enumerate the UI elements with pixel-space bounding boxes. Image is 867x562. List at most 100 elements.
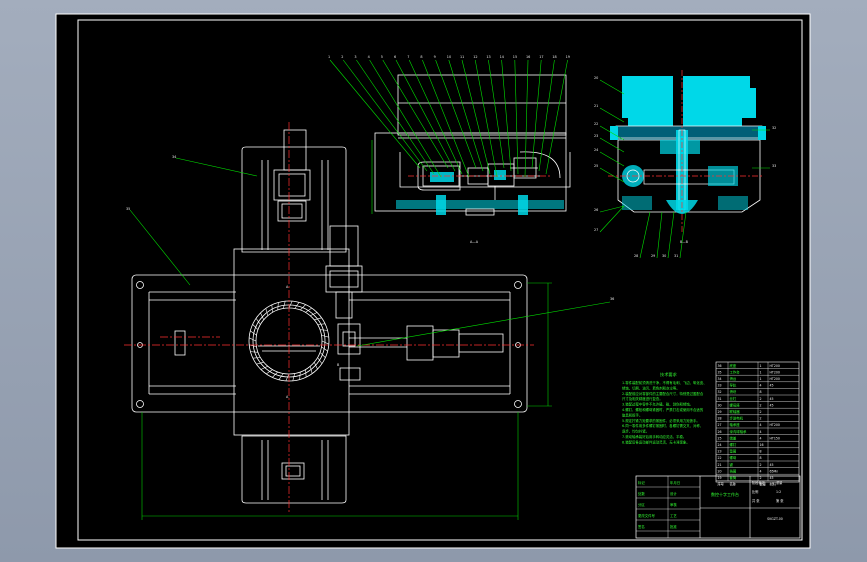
section-a-callout: 9 [434, 55, 436, 59]
parts-list-cell: 4 [760, 423, 762, 427]
parts-list-cell: 螺钉 [730, 442, 737, 447]
parts-list-cell: 2 [760, 403, 762, 407]
parts-list-cell: 19 [718, 476, 722, 480]
parts-list-cell: 33 [718, 384, 722, 388]
parts-list-cell: 28 [718, 417, 722, 421]
parts-list-cell: 25 [718, 436, 722, 440]
section-b-callout: 27 [594, 228, 598, 232]
title-block-cell: 设计 [670, 491, 677, 496]
parts-list-cell: 45 [770, 403, 774, 407]
parts-list-cell: 24 [718, 443, 722, 447]
parts-list-cell: 滑台 [730, 376, 737, 381]
section-b-callout: 31 [674, 254, 678, 258]
parts-list-cell: 45 [770, 397, 774, 401]
section-a-callout: 14 [500, 55, 504, 59]
title-block-cell: 处数 [638, 491, 645, 496]
section-a-callout: 10 [447, 55, 451, 59]
parts-list-cell: 2 [760, 397, 762, 401]
tech-note-line: 2.装配前应对零部件的主要配合尺寸，特别是过盈配合 [622, 391, 704, 396]
title-block-cell: 标记 [638, 480, 645, 485]
parts-list-cell: 8 [760, 390, 762, 394]
title-block-cell: 工艺 [670, 513, 677, 518]
section-a-callout: 3 [354, 55, 356, 59]
parts-list-cell: HT200 [770, 423, 780, 427]
main-callout: 35 [126, 207, 130, 211]
tech-note-line: 7.滚动轴承装好后用手转动应灵活、平稳。 [622, 434, 686, 439]
section-b-callout: 30 [662, 254, 666, 258]
parts-list-cell: HT200 [770, 377, 780, 381]
tech-note-line: 1.零件装配前须清洗干净，不得有毛刺、飞边、氧化皮、 [622, 380, 707, 385]
section-b-callout: 33 [772, 164, 776, 168]
title-block-cell: 阶段标记 [752, 480, 766, 485]
parts-list-cell: 31 [718, 397, 722, 401]
section-a-callout: 12 [473, 55, 477, 59]
parts-list-header: 名称 [730, 482, 737, 487]
section-a-callout: 8 [420, 55, 422, 59]
parts-list-cell: 45 [770, 463, 774, 467]
tech-note-line: 8.装配后各运动部件运动灵活，无卡滞现象。 [622, 439, 690, 444]
parts-list-cell: 29 [718, 410, 722, 414]
section-a-callout: 2 [341, 55, 343, 59]
parts-list-cell: 丝杠 [730, 396, 737, 401]
section-b-callout: 28 [634, 254, 638, 258]
parts-list-cell: 8 [760, 456, 762, 460]
title-block-cell: 批准 [670, 524, 677, 529]
tech-note-line: 逐步、均匀拧紧。 [622, 429, 649, 434]
parts-list-cell: 4 [760, 469, 762, 473]
section-a-callout: 5 [381, 55, 383, 59]
parts-list-cell: HT200 [770, 370, 780, 374]
parts-list-cell: 2 [760, 476, 762, 480]
title-block-cell: 共 张 [752, 498, 760, 503]
section-a-caption-group: A—A [470, 240, 479, 244]
cad-viewport[interactable]: A—A 1 2 3 4 5 6 7 8 9 10 11 12 13 14 15 16 17 18 19 20 21 22… [0, 0, 867, 562]
parts-list-cell: 端盖 [730, 435, 737, 440]
parts-list-cell: 螺母 [730, 455, 737, 460]
section-b-callout: 25 [594, 164, 598, 168]
parts-list-cell: 垫圈 [730, 449, 737, 454]
parts-list-cell: 8 [760, 450, 762, 454]
parts-list-cell: 联轴器 [730, 409, 741, 414]
parts-list-cell: 2 [760, 463, 762, 467]
section-b-callout: 23 [594, 134, 598, 138]
section-b-callout: 29 [651, 254, 655, 258]
section-a-callout: 4 [368, 55, 370, 59]
parts-list-cell: 步进电机 [730, 416, 744, 421]
parts-list-cell: 27 [718, 423, 722, 427]
title-block-drawing-no: SKGZT-00 [767, 517, 783, 521]
parts-list-cell: 2 [760, 417, 762, 421]
parts-list-cell: 35 [718, 370, 722, 374]
parts-list-cell: 23 [718, 450, 722, 454]
parts-list-cell: 底座 [730, 363, 737, 368]
parts-list-cell: 工作台 [730, 369, 741, 374]
parts-list-cell: 20 [718, 469, 722, 473]
parts-list-cell: 45 [770, 384, 774, 388]
tech-note-line: 5.规定拧紧力矩要求的紧固件，必须采用力矩扳手。 [622, 418, 700, 423]
section-a-callout: 18 [552, 55, 556, 59]
section-b-caption: B—B [680, 240, 689, 244]
section-b-callout: 20 [594, 76, 598, 80]
parts-list-cell: 深沟球轴承 [730, 429, 748, 434]
parts-list-cell: 16 [760, 443, 764, 447]
tech-note-line: 尺寸及相关精度进行复查。 [622, 396, 663, 401]
section-a-callout: 16 [526, 55, 530, 59]
section-b-callout: 26 [594, 208, 598, 212]
parts-list-cell: 挡圈 [730, 468, 737, 473]
parts-list-cell: 21 [718, 463, 722, 467]
parts-list-cell: 45 [770, 476, 774, 480]
parts-list-cell: 2 [760, 410, 762, 414]
main-callout: 36 [610, 297, 614, 301]
parts-list-cell: HT200 [770, 364, 780, 368]
tech-note-line: 锈蚀、切屑、油污、着色剂和灰尘等。 [622, 385, 680, 390]
parts-list-cell: 26 [718, 430, 722, 434]
section-a-callout: 13 [486, 55, 490, 59]
parts-list-cell: 滑块 [730, 389, 737, 394]
title-block-cell: 年月日 [670, 480, 680, 485]
title-block-cell: 1:2 [776, 490, 781, 494]
parts-list-cell: 螺母座 [730, 402, 741, 407]
parts-list-cell: 4 [760, 430, 762, 434]
parts-list-cell: 65Mn [770, 469, 779, 473]
parts-list-cell: 30 [718, 403, 722, 407]
section-a-callout: 7 [407, 55, 409, 59]
parts-list-cell: 1 [760, 364, 762, 368]
title-block-title: 数控十字工作台 [711, 491, 739, 497]
